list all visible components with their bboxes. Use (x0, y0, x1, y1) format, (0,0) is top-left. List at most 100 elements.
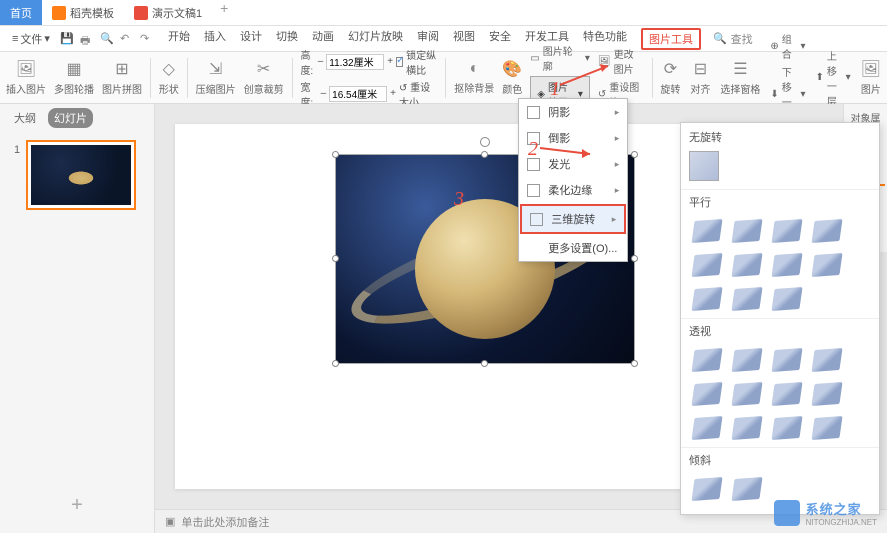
tab-template[interactable]: 稻壳模板 (42, 0, 124, 25)
menu-security[interactable]: 安全 (489, 28, 511, 50)
perspective-preset[interactable] (811, 347, 843, 373)
parallel-preset[interactable] (811, 252, 843, 278)
add-slide-button[interactable]: + (0, 478, 154, 533)
watermark: 系统之家 NITONGZHIJA.NET (774, 499, 877, 527)
compress-button[interactable]: ⇲压缩图片 (196, 59, 236, 96)
remove-bg-button[interactable]: ◐抠除背景 (454, 60, 494, 95)
outline-tab[interactable]: 大纲 (8, 108, 42, 128)
color-icon: 🎨 (502, 59, 522, 79)
rotate-icon: ⟳ (664, 59, 677, 79)
effect-shadow[interactable]: 阴影▸ (519, 99, 627, 125)
resize-handle-tr[interactable] (631, 151, 638, 158)
insert-picture-button[interactable]: 🖼插入图片 (6, 59, 46, 96)
perspective-preset[interactable] (731, 415, 763, 441)
parallel-preset[interactable] (771, 286, 803, 312)
watermark-text: 系统之家 (806, 502, 862, 517)
menu-insert[interactable]: 插入 (204, 28, 226, 50)
carousel-icon: ▦ (66, 59, 81, 79)
picture-effect-dropdown: 阴影▸ 倒影▸ 发光▸ 柔化边缘▸ 三维旋转▸ 更多设置(O)... (518, 98, 628, 262)
smart-crop-button[interactable]: ✂创意裁剪 (244, 59, 284, 96)
color-button[interactable]: 🎨颜色 (502, 59, 522, 96)
perspective-preset[interactable] (731, 347, 763, 373)
slides-tab[interactable]: 幻灯片 (48, 108, 93, 128)
ribbon: 🖼插入图片 ▦多图轮播 ⊞图片拼图 ◇形状 ⇲压缩图片 ✂创意裁剪 高度: – … (0, 52, 887, 104)
selection-pane-button[interactable]: ☰选择窗格 (720, 59, 760, 96)
preview-icon[interactable]: 🔍 (100, 32, 114, 46)
shape-icon: ◇ (163, 59, 175, 79)
resize-handle-l[interactable] (332, 255, 339, 262)
resize-handle-bl[interactable] (332, 360, 339, 367)
resize-handle-tl[interactable] (332, 151, 339, 158)
combine-button[interactable]: ⊕ 组合 ▾ (770, 31, 805, 61)
menu-start[interactable]: 开始 (168, 28, 190, 50)
flyout-parallel-label: 平行 (681, 189, 879, 212)
soft-edge-icon (527, 184, 540, 197)
perspective-preset[interactable] (771, 347, 803, 373)
effect-3d-rotation[interactable]: 三维旋转▸ (520, 204, 626, 234)
resize-handle-t[interactable] (481, 151, 488, 158)
tilt-preset[interactable] (691, 476, 723, 502)
flyout-none-label: 无旋转 (681, 123, 879, 147)
slide-number: 1 (14, 144, 20, 156)
width-input[interactable] (329, 86, 387, 102)
perspective-preset[interactable] (771, 381, 803, 407)
parallel-preset[interactable] (771, 252, 803, 278)
parallel-preset[interactable] (691, 286, 723, 312)
perspective-preset[interactable] (691, 381, 723, 407)
annotation-arrow-1 (560, 60, 620, 90)
tilt-preset[interactable] (731, 476, 763, 502)
perspective-grid (681, 341, 879, 447)
parallel-preset[interactable] (691, 218, 723, 244)
align-button[interactable]: ⊟对齐 (690, 59, 710, 96)
rotation-handle[interactable] (480, 137, 490, 147)
shadow-icon (527, 106, 540, 119)
tab-home[interactable]: 首页 (0, 0, 42, 25)
perspective-preset[interactable] (691, 415, 723, 441)
parallel-preset[interactable] (731, 218, 763, 244)
new-tab-button[interactable]: + (220, 0, 228, 25)
perspective-preset[interactable] (811, 415, 843, 441)
parallel-preset[interactable] (691, 252, 723, 278)
thumbnail-image (31, 145, 131, 205)
parallel-preset[interactable] (731, 252, 763, 278)
menu-design[interactable]: 设计 (240, 28, 262, 50)
menu-view[interactable]: 视图 (453, 28, 475, 50)
lock-ratio-checkbox[interactable] (396, 57, 403, 67)
shape-button[interactable]: ◇形状 (159, 59, 179, 96)
perspective-preset[interactable] (691, 347, 723, 373)
picture-icon: 🖼 (16, 59, 36, 79)
file-menu[interactable]: ≡ 文件 ▾ (6, 29, 56, 49)
pic-convert-button[interactable]: 🖼图片 (861, 59, 881, 96)
height-input[interactable] (326, 54, 384, 70)
resize-handle-r[interactable] (631, 255, 638, 262)
save-icon[interactable]: 💾 (60, 32, 74, 46)
effect-more-settings[interactable]: 更多设置(O)... (519, 235, 627, 261)
multi-carousel-button[interactable]: ▦多图轮播 (54, 59, 94, 96)
slide-thumbnail-1[interactable]: 1 (26, 140, 136, 210)
perspective-preset[interactable] (811, 381, 843, 407)
rotation-none-option[interactable] (689, 151, 719, 181)
watermark-url: NITONGZHIJA.NET (806, 518, 877, 527)
quick-access: 💾 🖶 🔍 ↶ ↷ (60, 32, 154, 46)
tab-doc1[interactable]: 演示文稿1 (124, 0, 212, 25)
parallel-preset[interactable] (811, 218, 843, 244)
print-icon[interactable]: 🖶 (80, 32, 94, 46)
rotate-button[interactable]: ⟳旋转 (660, 59, 680, 96)
menu-transition[interactable]: 切换 (276, 28, 298, 50)
perspective-preset[interactable] (731, 381, 763, 407)
parallel-preset[interactable] (771, 218, 803, 244)
undo-icon[interactable]: ↶ (120, 32, 134, 46)
rotation-3d-flyout: 无旋转 平行 透视 倾斜 (680, 122, 880, 515)
resize-handle-b[interactable] (481, 360, 488, 367)
perspective-preset[interactable] (771, 415, 803, 441)
effect-soft-edge[interactable]: 柔化边缘▸ (519, 177, 627, 203)
rotate3d-icon (530, 213, 543, 226)
template-icon (52, 6, 66, 20)
redo-icon[interactable]: ↷ (140, 32, 154, 46)
up-layer-button[interactable]: ⬆ 上移一层 ▾ (816, 48, 851, 108)
picture-puzzle-button[interactable]: ⊞图片拼图 (102, 59, 142, 96)
size-group: 高度: – + 锁定纵横比 宽度: – + ↺ 重设大小 (300, 47, 437, 109)
parallel-preset[interactable] (731, 286, 763, 312)
annotation-arrow-2 (540, 140, 600, 164)
resize-handle-br[interactable] (631, 360, 638, 367)
